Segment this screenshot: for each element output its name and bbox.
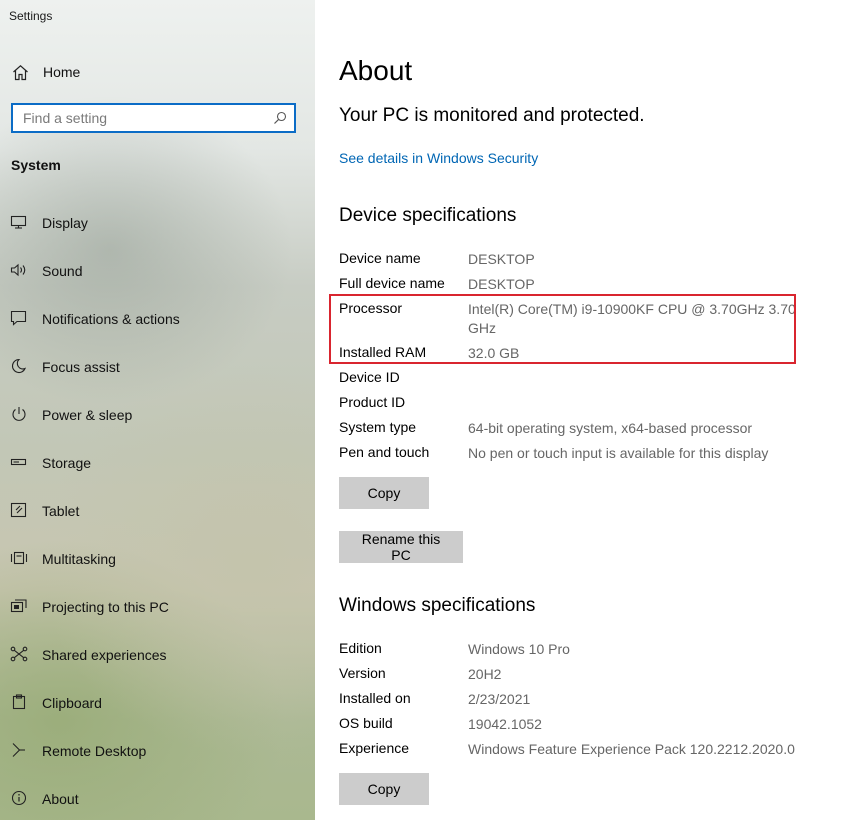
sidebar-item-label: Tablet bbox=[42, 503, 80, 519]
sidebar-item-label: Notifications & actions bbox=[42, 311, 180, 327]
sidebar-item-label: Power & sleep bbox=[42, 407, 133, 423]
display-icon bbox=[10, 215, 27, 229]
power-icon bbox=[12, 407, 26, 421]
sidebar-item-remote-desktop[interactable]: Remote Desktop bbox=[0, 728, 315, 768]
multitasking-icon bbox=[10, 551, 28, 565]
spec-row-experience: Experience Windows Feature Experience Pa… bbox=[339, 740, 799, 762]
sidebar-item-tablet[interactable]: Tablet bbox=[0, 488, 315, 528]
spec-row-device-name: Device name DESKTOP bbox=[339, 250, 799, 272]
copy-windows-specs-button[interactable]: Copy bbox=[339, 773, 429, 805]
search-input[interactable] bbox=[13, 105, 278, 131]
spec-value: Windows 10 Pro bbox=[468, 641, 570, 657]
projecting-icon bbox=[10, 599, 27, 613]
sidebar-item-power-sleep[interactable]: Power & sleep bbox=[0, 392, 315, 432]
spec-key: Experience bbox=[339, 740, 410, 756]
spec-value: 2/23/2021 bbox=[468, 691, 531, 707]
windows-security-link[interactable]: See details in Windows Security bbox=[339, 150, 538, 166]
spec-key: Edition bbox=[339, 640, 382, 656]
spec-key: Product ID bbox=[339, 394, 406, 410]
spec-row-full-device-name: Full device name DESKTOP bbox=[339, 275, 799, 297]
sidebar: Settings Home System Display bbox=[0, 0, 315, 820]
spec-row-processor: Processor Intel(R) Core(TM) i9-10900KF C… bbox=[339, 300, 799, 336]
sound-icon bbox=[10, 263, 26, 277]
sidebar-item-label: Home bbox=[43, 64, 81, 80]
spec-value: No pen or touch input is available for t… bbox=[468, 445, 769, 461]
spec-row-system-type: System type 64-bit operating system, x64… bbox=[339, 419, 799, 441]
spec-key: Installed on bbox=[339, 690, 411, 706]
spec-key: System type bbox=[339, 419, 417, 435]
spec-key: Processor bbox=[339, 300, 403, 316]
spec-row-version: Version 20H2 bbox=[339, 665, 799, 687]
spec-value: 19042.1052 bbox=[468, 716, 542, 732]
notifications-icon bbox=[10, 310, 27, 326]
spec-row-device-id: Device ID bbox=[339, 369, 799, 391]
sidebar-item-label: Focus assist bbox=[42, 359, 120, 375]
spec-key: Pen and touch bbox=[339, 444, 430, 460]
spec-key: Device ID bbox=[339, 369, 400, 385]
spec-row-installed-ram: Installed RAM 32.0 GB bbox=[339, 344, 799, 366]
sidebar-item-label: Clipboard bbox=[42, 695, 102, 711]
spec-key: Installed RAM bbox=[339, 344, 427, 360]
sidebar-item-shared-experiences[interactable]: Shared experiences bbox=[0, 632, 315, 672]
sidebar-item-sound[interactable]: Sound bbox=[0, 248, 315, 288]
storage-icon bbox=[10, 458, 27, 466]
sidebar-item-notifications[interactable]: Notifications & actions bbox=[0, 296, 315, 336]
sidebar-item-multitasking[interactable]: Multitasking bbox=[0, 536, 315, 576]
sidebar-item-storage[interactable]: Storage bbox=[0, 440, 315, 480]
page-title: About bbox=[339, 55, 413, 86]
spec-value: DESKTOP bbox=[468, 251, 535, 267]
spec-key: Version bbox=[339, 665, 386, 681]
tablet-icon bbox=[10, 502, 27, 518]
section-title: System bbox=[11, 157, 61, 173]
info-icon bbox=[11, 790, 27, 806]
shared-experiences-icon bbox=[10, 646, 28, 662]
sidebar-item-label: Multitasking bbox=[42, 551, 116, 567]
sidebar-item-label: Shared experiences bbox=[42, 647, 167, 663]
sidebar-item-label: Storage bbox=[42, 455, 92, 471]
rename-pc-button[interactable]: Rename this PC bbox=[339, 531, 463, 563]
sidebar-item-label: Display bbox=[42, 215, 88, 231]
sidebar-item-home[interactable]: Home bbox=[0, 57, 315, 87]
sidebar-item-label: Projecting to this PC bbox=[42, 599, 169, 615]
spec-key: Device name bbox=[339, 250, 421, 266]
spec-key: OS build bbox=[339, 715, 393, 731]
search-icon[interactable] bbox=[273, 111, 287, 125]
home-icon bbox=[13, 64, 28, 81]
sidebar-item-label: About bbox=[42, 791, 79, 807]
app-title: Settings bbox=[9, 9, 53, 23]
protection-status: Your PC is monitored and protected. bbox=[339, 105, 645, 126]
spec-row-pen-and-touch: Pen and touch No pen or touch input is a… bbox=[339, 444, 799, 466]
main-content: About Your PC is monitored and protected… bbox=[315, 0, 857, 820]
sidebar-item-display[interactable]: Display bbox=[0, 200, 315, 240]
spec-row-installed-on: Installed on 2/23/2021 bbox=[339, 690, 799, 712]
spec-value: 20H2 bbox=[468, 666, 502, 682]
spec-value: 32.0 GB bbox=[468, 345, 520, 361]
search-box[interactable] bbox=[11, 103, 296, 133]
spec-value: Intel(R) Core(TM) i9-10900KF CPU @ 3.70G… bbox=[468, 301, 796, 336]
spec-key: Full device name bbox=[339, 275, 445, 291]
sidebar-item-label: Sound bbox=[42, 263, 83, 279]
sidebar-item-focus-assist[interactable]: Focus assist bbox=[0, 344, 315, 384]
device-specs-heading: Device specifications bbox=[339, 205, 517, 226]
spec-row-os-build: OS build 19042.1052 bbox=[339, 715, 799, 737]
sidebar-item-clipboard[interactable]: Clipboard bbox=[0, 680, 315, 720]
sidebar-item-projecting[interactable]: Projecting to this PC bbox=[0, 584, 315, 624]
sidebar-item-label: Remote Desktop bbox=[42, 743, 147, 759]
sidebar-item-about[interactable]: About bbox=[0, 776, 315, 816]
spec-row-product-id: Product ID bbox=[339, 394, 799, 416]
windows-specs-heading: Windows specifications bbox=[339, 595, 536, 616]
copy-device-specs-button[interactable]: Copy bbox=[339, 477, 429, 509]
spec-row-edition: Edition Windows 10 Pro bbox=[339, 640, 799, 662]
spec-value: Windows Feature Experience Pack 120.2212… bbox=[468, 741, 795, 757]
spec-value: 64-bit operating system, x64-based proce… bbox=[468, 420, 753, 436]
focus-assist-icon bbox=[11, 358, 27, 374]
remote-desktop-icon bbox=[12, 743, 25, 757]
clipboard-icon bbox=[12, 694, 26, 710]
spec-value: DESKTOP bbox=[468, 276, 535, 292]
